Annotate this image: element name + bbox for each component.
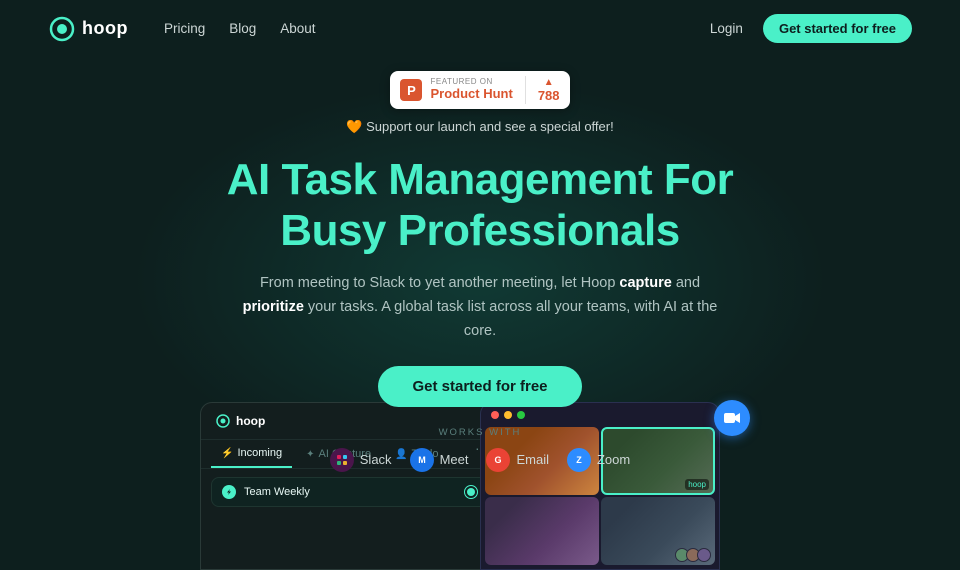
ph-count: ▲ 788 [538, 77, 560, 103]
integration-zoom: Z Zoom [567, 448, 630, 472]
slack-icon [330, 448, 354, 472]
nav-right: Login Get started for free [710, 14, 912, 43]
hero-title-line2: Busy Professionals [280, 206, 679, 255]
nav-link-pricing[interactable]: Pricing [164, 21, 205, 36]
main-content: P FEATURED ON Product Hunt ▲ 788 🧡 Suppo… [0, 57, 960, 494]
nav-links: Pricing Blog About [164, 21, 710, 36]
nav-link-blog[interactable]: Blog [229, 21, 256, 36]
integration-slack: Slack [330, 448, 392, 472]
email-icon: G [486, 448, 510, 472]
ph-number: 788 [538, 88, 560, 103]
mini-avatar-3 [697, 548, 711, 562]
integration-meet: M Meet [410, 448, 469, 472]
ph-text: FEATURED ON Product Hunt [430, 78, 512, 102]
nav-logo[interactable]: hoop [48, 15, 128, 43]
navbar: hoop Pricing Blog About Login Get starte… [0, 0, 960, 57]
works-with-label: WORKS WITH [439, 427, 522, 438]
hoop-logo-icon [48, 15, 76, 43]
launch-banner: 🧡 Support our launch and see a special o… [346, 119, 613, 135]
svg-text:Z: Z [576, 455, 582, 465]
slack-label: Slack [360, 452, 392, 467]
ph-divider [525, 76, 526, 104]
capture-bold: capture [619, 275, 671, 291]
zoom-icon: Z [567, 448, 591, 472]
ph-arrow-icon: ▲ [544, 77, 554, 88]
email-label: Email [516, 452, 549, 467]
prioritize-bold: prioritize [243, 299, 304, 315]
login-link[interactable]: Login [710, 21, 743, 36]
works-with-section: WORKS WITH Slack M [330, 427, 630, 472]
ph-name: Product Hunt [430, 86, 512, 102]
meet-icon: M [410, 448, 434, 472]
meet-label: Meet [440, 452, 469, 467]
logo-text: hoop [82, 18, 128, 39]
hero-title: AI Task Management For Busy Professional… [227, 155, 734, 256]
video-avatars [678, 548, 711, 562]
ph-logo-icon: P [400, 79, 422, 101]
integrations-list: Slack M Meet G Email [330, 448, 630, 472]
nav-get-started-button[interactable]: Get started for free [763, 14, 912, 43]
hero-subtitle: From meeting to Slack to yet another mee… [240, 272, 720, 344]
integration-email: G Email [486, 448, 549, 472]
zoom-label: Zoom [597, 452, 630, 467]
hero-cta-button[interactable]: Get started for free [378, 366, 581, 407]
video-cell-3 [485, 497, 599, 565]
hero-title-line1: AI Task Management For [227, 155, 734, 204]
ph-featured-label: FEATURED ON [430, 78, 512, 86]
zoom-fab-button[interactable] [714, 400, 750, 436]
svg-text:G: G [495, 455, 502, 465]
nav-link-about[interactable]: About [280, 21, 315, 36]
svg-text:M: M [418, 455, 426, 465]
video-cell-4 [601, 497, 715, 565]
product-hunt-badge[interactable]: P FEATURED ON Product Hunt ▲ 788 [390, 71, 569, 109]
